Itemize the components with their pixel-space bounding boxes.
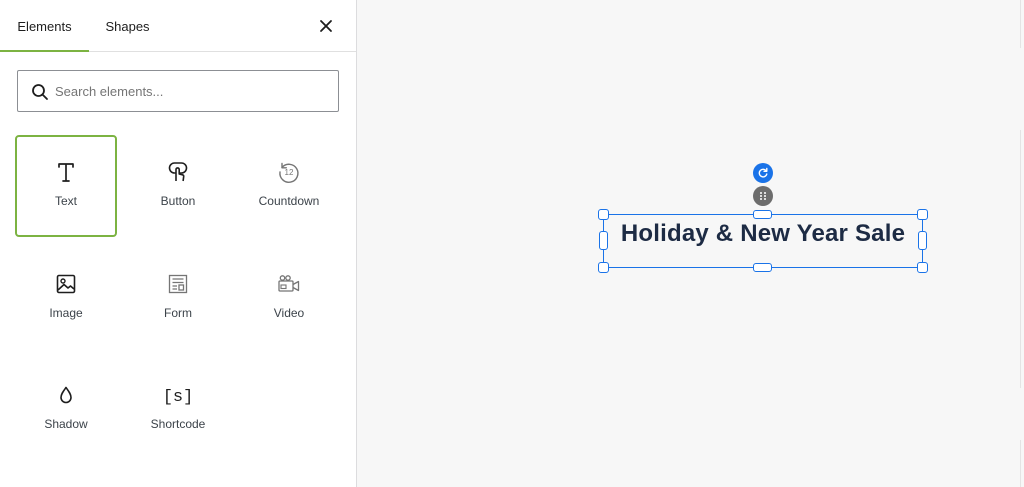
image-icon xyxy=(56,274,76,294)
countdown-icon-text: 12 xyxy=(285,168,294,177)
resize-handle-bottom[interactable] xyxy=(753,263,772,272)
element-label: Shadow xyxy=(44,417,88,431)
tab-elements[interactable]: Elements xyxy=(0,0,89,52)
element-video[interactable]: Video xyxy=(238,247,340,349)
countdown-icon: 12 xyxy=(279,162,299,183)
element-text[interactable]: Text xyxy=(15,135,117,237)
element-label: Video xyxy=(273,306,305,320)
shortcode-icon-text: [s] xyxy=(164,388,192,407)
button-icon xyxy=(168,162,188,182)
element-label: Shortcode xyxy=(150,417,206,431)
resize-handle-bottom-right[interactable] xyxy=(917,262,928,273)
resize-handle-right[interactable] xyxy=(918,231,927,250)
element-label: Image xyxy=(49,306,83,320)
resize-handle-top-right[interactable] xyxy=(917,209,928,220)
element-label: Text xyxy=(54,194,77,208)
element-shortcode[interactable]: [s] Shortcode xyxy=(127,358,229,460)
element-label: Countdown xyxy=(258,194,320,208)
canvas-edge-line xyxy=(1020,130,1021,388)
tab-shapes[interactable]: Shapes xyxy=(89,0,166,52)
text-icon xyxy=(58,163,74,182)
rotate-icon xyxy=(758,167,768,178)
resize-handle-top-left[interactable] xyxy=(598,209,609,220)
resize-handle-top[interactable] xyxy=(753,210,772,219)
search-box xyxy=(17,70,339,112)
selection-box xyxy=(603,214,923,268)
resize-handle-left[interactable] xyxy=(599,231,608,250)
element-button[interactable]: Button xyxy=(127,135,229,237)
element-label: Button xyxy=(160,194,196,208)
element-shadow[interactable]: Shadow xyxy=(15,358,117,460)
rotate-handle[interactable] xyxy=(753,163,773,183)
search-input[interactable] xyxy=(55,77,325,105)
close-button[interactable] xyxy=(312,12,340,40)
canvas-edge-line xyxy=(1020,440,1021,487)
shadow-icon xyxy=(60,386,72,404)
element-image[interactable]: Image xyxy=(15,247,117,349)
elements-sidebar: Elements Shapes Text Button xyxy=(0,0,357,487)
element-countdown[interactable]: 12 Countdown xyxy=(238,135,340,237)
canvas-edge-line xyxy=(1020,0,1021,48)
drag-handle[interactable] xyxy=(753,186,773,206)
search-icon xyxy=(32,84,48,100)
element-form[interactable]: Form xyxy=(127,247,229,349)
shortcode-icon: [s] xyxy=(164,388,192,407)
form-icon xyxy=(168,274,188,294)
video-icon xyxy=(278,275,300,292)
close-icon xyxy=(320,20,332,32)
element-label: Form xyxy=(164,306,192,320)
sidebar-tabs: Elements Shapes xyxy=(0,0,356,52)
resize-handle-bottom-left[interactable] xyxy=(598,262,609,273)
drag-icon xyxy=(760,192,766,200)
